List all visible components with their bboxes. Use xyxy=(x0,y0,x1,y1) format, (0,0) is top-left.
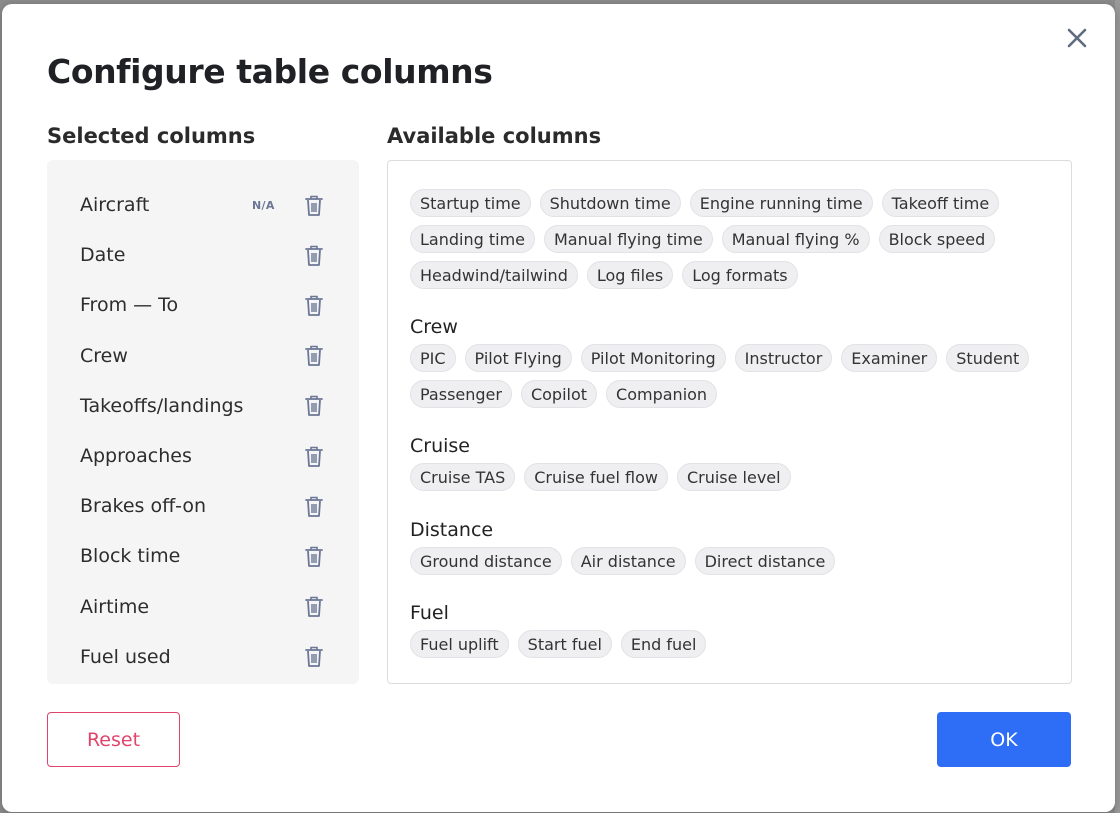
trash-icon[interactable] xyxy=(303,444,325,468)
chip-list: Fuel uplift Start fuel End fuel xyxy=(410,630,1051,658)
available-column-chip[interactable]: Startup time xyxy=(410,189,531,217)
available-columns-panel: Startup time Shutdown time Engine running … xyxy=(387,160,1072,684)
column-group-title: Distance xyxy=(410,519,494,541)
selected-column-label: Aircraft xyxy=(80,194,150,216)
available-column-chip[interactable]: Headwind/tailwind xyxy=(410,261,578,289)
available-column-chip[interactable]: Shutdown time xyxy=(539,189,681,217)
column-group-title: Fuel xyxy=(410,602,449,624)
available-column-chip[interactable]: Manual flying % xyxy=(721,225,870,253)
trash-icon[interactable] xyxy=(303,344,325,368)
trash-icon[interactable] xyxy=(303,293,325,317)
available-column-chip[interactable]: Manual flying time xyxy=(544,225,713,253)
available-column-chip[interactable]: Engine running time xyxy=(689,189,873,217)
selected-column-row[interactable]: Takeoffs/landings xyxy=(47,381,359,431)
available-column-chip[interactable]: Copilot xyxy=(520,380,598,408)
chip-list: Ground distance Air distance Direct distan… xyxy=(410,547,1051,575)
modal-title: Configure table columns xyxy=(47,52,493,91)
column-group: Crew PIC Pilot Flying Pilot Monitoring Instr… xyxy=(410,316,1051,408)
column-group: Fuel Fuel uplift Start fuel End fuel xyxy=(410,602,1051,658)
column-group-title: Cruise xyxy=(410,435,470,457)
available-column-chip[interactable]: PIC xyxy=(410,344,456,372)
available-column-chip[interactable]: Air distance xyxy=(570,547,686,575)
column-group: Cruise Cruise TAS Cruise fuel flow Cruise l… xyxy=(410,435,1051,491)
ok-button[interactable]: OK xyxy=(937,712,1071,767)
available-column-chip[interactable]: Cruise TAS xyxy=(410,463,516,491)
selected-columns-heading: Selected columns xyxy=(47,124,256,148)
selected-columns-list: Aircraft N/A Date From — To Crew Takeoffs/lan… xyxy=(47,160,359,684)
column-group: Distance Ground distance Air distance Direc… xyxy=(410,519,1051,575)
trash-icon[interactable] xyxy=(303,243,325,267)
configure-columns-modal: Configure table columns Selected columns… xyxy=(2,4,1115,812)
available-column-chip[interactable]: Instructor xyxy=(734,344,833,372)
available-column-chip[interactable]: Takeoff time xyxy=(881,189,1000,217)
selected-column-row[interactable]: Block time xyxy=(47,531,359,581)
available-columns-heading: Available columns xyxy=(387,124,602,148)
selected-column-row[interactable]: Crew xyxy=(47,331,359,381)
available-column-chip[interactable]: Direct distance xyxy=(694,547,836,575)
selected-column-label: Airtime xyxy=(80,595,150,618)
selected-column-row[interactable]: Brakes off-on xyxy=(47,481,359,531)
close-icon xyxy=(1067,28,1087,48)
trash-icon[interactable] xyxy=(303,544,325,568)
available-column-chip[interactable]: Landing time xyxy=(410,225,535,253)
selected-column-label: Crew xyxy=(80,344,128,367)
available-column-chip[interactable]: Examiner xyxy=(841,344,938,372)
available-column-chip[interactable]: Student xyxy=(946,344,1030,372)
available-column-chip[interactable]: Fuel uplift xyxy=(410,630,509,658)
selected-column-row[interactable]: Airtime xyxy=(47,582,359,632)
available-column-chip[interactable]: Cruise level xyxy=(676,463,791,491)
selected-column-label: Fuel used xyxy=(80,645,171,668)
selected-column-row[interactable]: From — To xyxy=(47,280,359,330)
backdrop-edge xyxy=(1115,0,1120,813)
available-column-chip[interactable]: Block speed xyxy=(878,225,996,253)
trash-icon[interactable] xyxy=(303,595,325,619)
available-column-chip[interactable]: Companion xyxy=(606,380,718,408)
selected-column-row[interactable]: Date xyxy=(47,230,359,280)
chip-list: Startup time Shutdown time Engine running … xyxy=(410,189,1051,289)
selected-column-label: Brakes off-on xyxy=(80,495,207,518)
available-column-chip[interactable]: End fuel xyxy=(620,630,707,658)
trash-icon[interactable] xyxy=(303,193,325,217)
selected-column-label: From — To xyxy=(80,294,179,317)
na-badge: N/A xyxy=(252,198,275,212)
trash-icon[interactable] xyxy=(303,394,325,418)
selected-column-row[interactable]: Approaches xyxy=(47,431,359,481)
chip-list: PIC Pilot Flying Pilot Monitoring Instructo… xyxy=(410,344,1051,408)
selected-column-row[interactable]: Aircraft N/A xyxy=(47,180,359,230)
available-column-chip[interactable]: Pilot Flying xyxy=(464,344,572,372)
close-button[interactable] xyxy=(1061,22,1093,54)
available-column-chip[interactable]: Log files xyxy=(586,261,674,289)
reset-button[interactable]: Reset xyxy=(47,712,180,767)
selected-column-label: Approaches xyxy=(80,445,192,467)
available-column-chip[interactable]: Pilot Monitoring xyxy=(580,344,726,372)
trash-icon[interactable] xyxy=(303,494,325,518)
available-column-chip[interactable]: Cruise fuel flow xyxy=(524,463,668,491)
available-column-chip[interactable]: Ground distance xyxy=(410,547,562,575)
available-column-chip[interactable]: Start fuel xyxy=(517,630,612,658)
chip-list: Cruise TAS Cruise fuel flow Cruise level xyxy=(410,463,1051,491)
selected-column-label: Takeoffs/landings xyxy=(80,394,244,417)
trash-icon[interactable] xyxy=(303,645,325,669)
selected-column-label: Date xyxy=(80,244,126,267)
column-group: Startup time Shutdown time Engine running … xyxy=(410,189,1051,289)
available-column-chip[interactable]: Log formats xyxy=(682,261,798,289)
selected-column-label: Block time xyxy=(80,545,181,568)
available-column-chip[interactable]: Passenger xyxy=(410,380,512,408)
selected-column-row[interactable]: Fuel used xyxy=(47,632,359,682)
column-group-title: Crew xyxy=(410,316,458,338)
